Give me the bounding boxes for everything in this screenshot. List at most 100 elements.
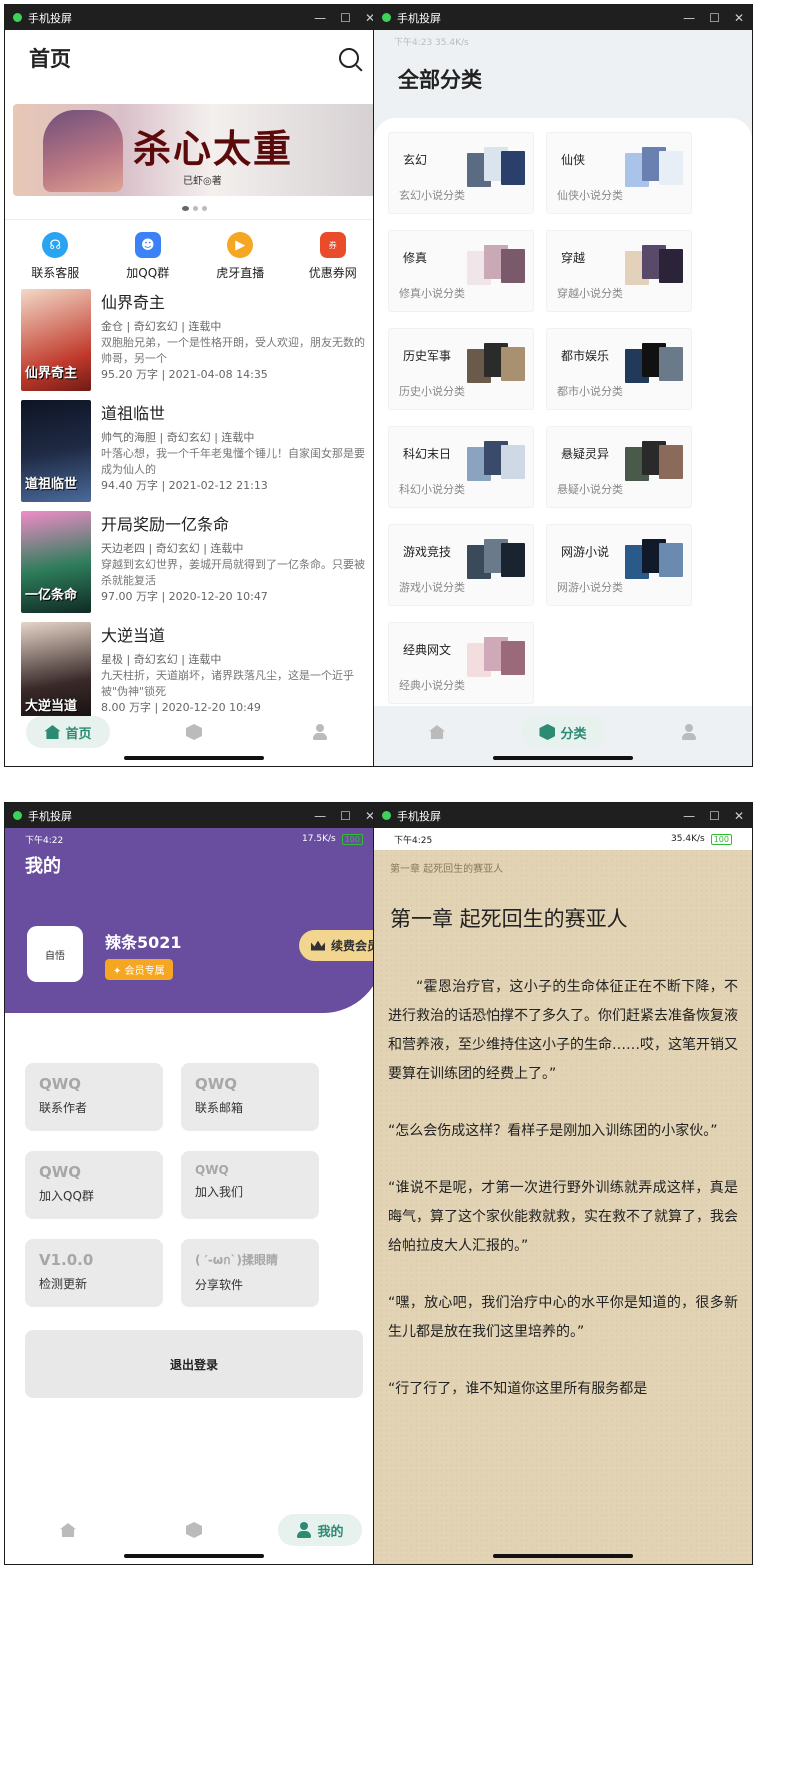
search-icon[interactable] [339,48,359,68]
paragraph: “嘿，放心吧，我们治疗中心的水平你是知道的，很多新生儿都是放在我们这里培养的。” [388,1295,738,1340]
book-cover: 仙界奇主 [21,289,91,391]
renew-vip-button[interactable]: 续费会员 [298,930,383,961]
app-dot-icon [13,811,22,820]
minimize-icon[interactable]: — [314,809,326,823]
category-card[interactable]: 网游小说 网游小说分类 [546,524,692,606]
carousel-dot[interactable] [201,206,207,211]
book-meta: 帅气的海胆 | 奇幻玄幻 | 连载中 [101,431,255,444]
home-indicator[interactable] [124,1554,264,1558]
user-icon [296,1522,312,1538]
category-cover-images [625,539,683,579]
category-name: 游戏竞技 [403,545,452,559]
minimize-icon[interactable]: — [314,11,326,25]
bottom-tabbar: 首页 [5,716,383,748]
category-card[interactable]: 悬疑灵异 悬疑小说分类 [546,426,692,508]
close-icon[interactable]: ✕ [734,809,744,823]
carousel-dots [5,206,383,211]
action-card[interactable]: QWQ 加入我们 [181,1151,319,1219]
quick-link-service[interactable]: ☊ 联系客服 [11,232,99,281]
action-card[interactable]: V1.0.0 检测更新 [25,1239,163,1307]
quick-link-huya[interactable]: ▶ 虎牙直播 [196,232,284,281]
maximize-icon[interactable]: ☐ [709,809,720,823]
action-card[interactable]: QWQ 联系作者 [25,1063,163,1131]
phone-screen: 下午4:23 35.4K/s 全部分类 玄幻 玄幻小说分类 仙侠 仙侠小说分类 修真 修真… [374,30,752,766]
action-cards: QWQ 联系作者 QWQ 联系邮箱 QWQ 加入QQ群 QWQ 加入我们 V1.0.0 检测更新 (… [25,1063,363,1307]
card-label: 联系作者 [39,1101,88,1115]
home-indicator[interactable] [493,756,633,760]
window-title: 手机投屏 [28,11,72,25]
book-stats: 94.40 万字 | 2021-02-12 21:13 [101,479,268,492]
maximize-icon[interactable]: ☐ [340,809,351,823]
category-cover-images [625,245,683,285]
app-dot-icon [13,13,22,22]
banner-carousel[interactable]: 杀心太重 已虾◎著 [13,104,375,196]
book-item[interactable]: 一亿条命 开局奖励一亿条命 天边老四 | 奇幻玄幻 | 连载中 穿越到玄幻世界，… [21,511,375,622]
reader-screen[interactable]: 下午4:25 35.4K/s 100 第一章 起死回生的赛亚人 第一章 起死回生… [374,828,752,1564]
tab-home[interactable]: 首页 [26,716,110,748]
category-card[interactable]: 修真 修真小说分类 [388,230,534,312]
tab-mine[interactable] [278,716,362,748]
category-card[interactable]: 玄幻 玄幻小说分类 [388,132,534,214]
category-desc: 都市小说分类 [557,385,623,398]
book-thumbnail [659,151,683,185]
category-name: 都市娱乐 [561,349,610,363]
minimize-icon[interactable]: — [683,809,695,823]
category-desc: 经典小说分类 [399,679,465,692]
tab-home[interactable] [395,716,479,748]
carousel-dot[interactable] [181,206,189,211]
quick-link-coupon[interactable]: 券 优惠券网 [289,232,377,281]
minimize-icon[interactable]: — [683,11,695,25]
bottom-tabbar: 分类 [374,716,752,748]
maximize-icon[interactable]: ☐ [709,11,720,25]
cube-icon [539,724,556,740]
status-bar: 下午4:25 35.4K/s 100 [374,828,752,850]
home-indicator[interactable] [493,1554,633,1558]
category-card[interactable]: 都市娱乐都市小说分类 [546,328,692,410]
category-card[interactable]: 历史军事 历史小说分类 [388,328,534,410]
category-desc: 穿越小说分类 [557,287,623,300]
action-card[interactable]: ( ′-ωก`)揉眼睛 分享软件 [181,1239,319,1307]
battery-icon: 100 [710,833,732,845]
book-item[interactable]: 道祖临世 道祖临世 帅气的海胆 | 奇幻玄幻 | 连载中 叶落心想，我一个千年老… [21,400,375,511]
crown-icon [310,940,325,951]
home-indicator[interactable] [124,756,264,760]
card-label: 加入我们 [195,1185,244,1199]
paragraph: “谁说不是呢，才第一次进行野外训练就弄成这样，真是晦气，算了这个家伙能救就救，实… [388,1180,738,1254]
status-time: 下午4:25 [394,835,433,846]
logout-button[interactable]: 退出登录 [25,1330,363,1398]
tab-mine[interactable] [647,716,731,748]
category-card[interactable]: 穿越 穿越小说分类 [546,230,692,312]
book-item[interactable]: 仙界奇主 仙界奇主 金仓 | 奇幻玄幻 | 连载中 双胞胎兄弟，一个是性格开朗，… [21,289,375,400]
book-stats: 8.00 万字 | 2020-12-20 10:49 [101,701,261,714]
category-card[interactable]: 经典网文 经典小说分类 [388,622,534,704]
category-card[interactable]: 科幻末日 科幻小说分类 [388,426,534,508]
quick-link-qq[interactable]: ☻ 加QQ群 [104,232,192,281]
avatar[interactable]: 自悟 [27,926,83,982]
tab-mine[interactable]: 我的 [278,1514,362,1546]
card-label: 分享软件 [195,1278,244,1292]
category-grid: 玄幻 玄幻小说分类 仙侠 仙侠小说分类 修真 修真小说分类 穿越 穿越小说分类 历史军事 历史小说… [388,132,738,704]
quick-link-label: 优惠券网 [308,266,357,280]
tab-home[interactable] [26,1514,110,1546]
maximize-icon[interactable]: ☐ [340,11,351,25]
carousel-dot[interactable] [192,206,198,211]
vip-badge-label: 会员专属 [124,965,165,977]
tab-category[interactable] [152,716,236,748]
cover-title: 大逆当道 [25,699,78,714]
window-titlebar: 手机投屏 — ☐ ✕ [5,803,383,828]
user-icon [681,724,697,740]
vip-badge: ✦ 会员专属 [105,958,173,980]
category-card[interactable]: 仙侠 仙侠小说分类 [546,132,692,214]
book-meta: 金仓 | 奇幻玄幻 | 连载中 [101,320,222,333]
action-card[interactable]: QWQ 加入QQ群 [25,1151,163,1219]
category-card[interactable]: 游戏竞技 游戏小说分类 [388,524,534,606]
tab-category[interactable] [152,1514,236,1546]
cube-icon [186,1522,202,1538]
close-icon[interactable]: ✕ [734,11,744,25]
book-thumbnail [659,445,683,479]
tab-category[interactable]: 分类 [521,716,605,748]
action-card[interactable]: QWQ 联系邮箱 [181,1063,319,1131]
window-titlebar: 手机投屏 — ☐ ✕ [374,5,752,30]
book-thumbnail [501,641,525,675]
profile-header: 下午4:22 17.5K/s 100 我的 自悟 辣条5021 ✦ 会员专属 续… [5,828,383,1013]
